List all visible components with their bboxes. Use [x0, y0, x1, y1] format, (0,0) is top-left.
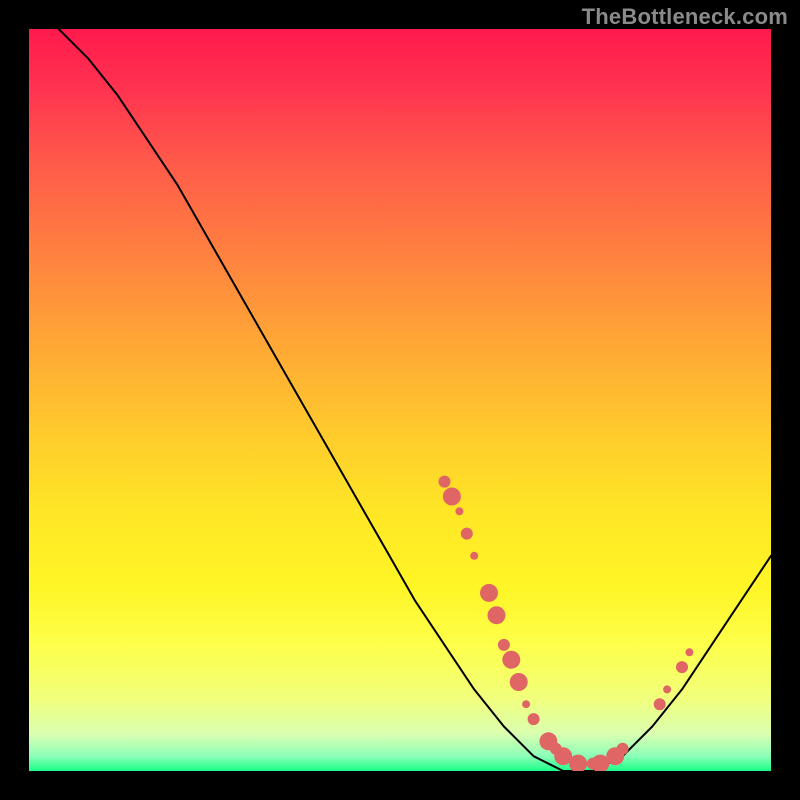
data-marker — [488, 606, 506, 624]
data-marker — [663, 685, 671, 693]
data-marker — [461, 528, 473, 540]
chart-svg — [29, 29, 771, 771]
data-marker — [510, 673, 528, 691]
data-marker — [676, 661, 688, 673]
data-marker — [439, 476, 451, 488]
watermark-text: TheBottleneck.com — [582, 4, 788, 30]
bottleneck-curve — [59, 29, 771, 771]
chart-frame — [29, 29, 771, 771]
data-marker — [443, 488, 461, 506]
data-marker — [480, 584, 498, 602]
data-marker — [455, 507, 463, 515]
data-marker — [470, 552, 478, 560]
data-marker — [502, 651, 520, 669]
data-marker — [498, 639, 510, 651]
data-marker — [617, 743, 629, 755]
data-marker — [528, 713, 540, 725]
data-marker — [685, 648, 693, 656]
data-marker — [522, 700, 530, 708]
markers-group — [439, 476, 694, 771]
data-marker — [654, 698, 666, 710]
